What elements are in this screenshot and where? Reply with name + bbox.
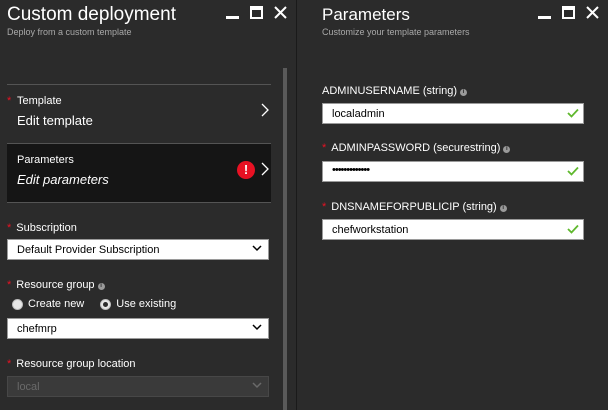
scrollbar[interactable] xyxy=(283,68,287,410)
chevron-down-icon xyxy=(252,382,262,389)
create-new-label[interactable]: Create new xyxy=(28,298,84,310)
dnsnameforpublicip-value: chefworkstation xyxy=(332,224,409,236)
adminusername-label: ADMINUSERNAME (string) i xyxy=(322,85,468,97)
use-existing-label[interactable]: Use existing xyxy=(116,298,176,310)
resource-group-label: * Resource group i xyxy=(7,279,105,291)
create-new-radio[interactable] xyxy=(12,298,23,310)
required-star: * xyxy=(7,358,12,370)
chevron-right-icon xyxy=(261,162,269,176)
subscription-value: Default Provider Subscription xyxy=(17,244,160,256)
dnsnameforpublicip-input[interactable]: chefworkstation xyxy=(322,219,584,240)
blade-header: Custom deployment Deploy from a custom t… xyxy=(0,0,296,48)
parameters-label: Parameters xyxy=(17,154,74,166)
blade-subtitle: Deploy from a custom template xyxy=(7,27,132,37)
resource-group-radio-group: Create new Use existing xyxy=(12,298,192,310)
minimize-icon xyxy=(225,15,239,19)
required-star: * xyxy=(7,279,12,291)
template-label: Template xyxy=(17,95,62,107)
resource-group-value: chefmrp xyxy=(17,323,57,335)
maximize-icon xyxy=(249,5,263,19)
location-value: local xyxy=(17,381,40,393)
custom-deployment-blade: Custom deployment Deploy from a custom t… xyxy=(0,0,297,410)
required-star: * xyxy=(322,142,327,154)
required-star: * xyxy=(7,95,12,107)
adminusername-value: localadmin xyxy=(332,108,385,120)
parameters-row[interactable]: Parameters Edit parameters ! xyxy=(7,143,271,203)
adminpassword-input[interactable]: ••••••••••••• xyxy=(322,161,584,182)
blade-subtitle: Customize your template parameters xyxy=(322,27,470,37)
checkmark-icon xyxy=(567,224,579,234)
location-select: local xyxy=(7,376,269,397)
maximize-button[interactable] xyxy=(249,5,263,19)
checkmark-icon xyxy=(567,108,579,118)
minimize-button[interactable] xyxy=(537,5,551,19)
minimize-icon xyxy=(537,15,551,19)
subscription-select[interactable]: Default Provider Subscription xyxy=(7,239,269,260)
location-label: * Resource group location xyxy=(7,358,136,370)
chevron-down-icon xyxy=(252,324,262,331)
blade-title: Parameters xyxy=(322,5,410,24)
window-controls xyxy=(537,5,599,19)
adminpassword-label: * ADMINPASSWORD (securestring) i xyxy=(322,142,511,154)
adminpassword-value: ••••••••••••• xyxy=(332,164,370,176)
blade-header: Parameters Customize your template param… xyxy=(297,0,608,48)
info-icon[interactable]: i xyxy=(499,205,507,212)
info-icon[interactable]: i xyxy=(460,89,468,96)
close-icon xyxy=(273,5,287,19)
maximize-button[interactable] xyxy=(561,5,575,19)
chevron-right-icon xyxy=(261,103,269,117)
blade-title: Custom deployment xyxy=(7,4,176,25)
required-star: * xyxy=(322,201,327,213)
adminusername-input[interactable]: localadmin xyxy=(322,103,584,124)
info-icon[interactable]: i xyxy=(503,146,511,153)
error-icon: ! xyxy=(237,161,255,179)
close-button[interactable] xyxy=(585,5,599,19)
use-existing-radio[interactable] xyxy=(100,298,112,310)
window-controls xyxy=(225,5,287,19)
template-row[interactable]: * Template Edit template xyxy=(7,84,271,143)
minimize-button[interactable] xyxy=(225,5,239,19)
parameters-blade: Parameters Customize your template param… xyxy=(297,0,608,410)
dnsnameforpublicip-label: * DNSNAMEFORPUBLICIP (string) i xyxy=(322,201,507,213)
resource-group-select[interactable]: chefmrp xyxy=(7,318,269,339)
maximize-icon xyxy=(561,5,575,19)
close-icon xyxy=(585,5,599,19)
checkmark-icon xyxy=(567,166,579,176)
info-icon[interactable]: i xyxy=(97,283,105,290)
subscription-label: * Subscription xyxy=(7,222,77,234)
template-value: Edit template xyxy=(17,113,93,128)
close-button[interactable] xyxy=(273,5,287,19)
parameters-value: Edit parameters xyxy=(17,172,109,187)
required-star: * xyxy=(7,222,12,234)
chevron-down-icon xyxy=(252,245,262,252)
